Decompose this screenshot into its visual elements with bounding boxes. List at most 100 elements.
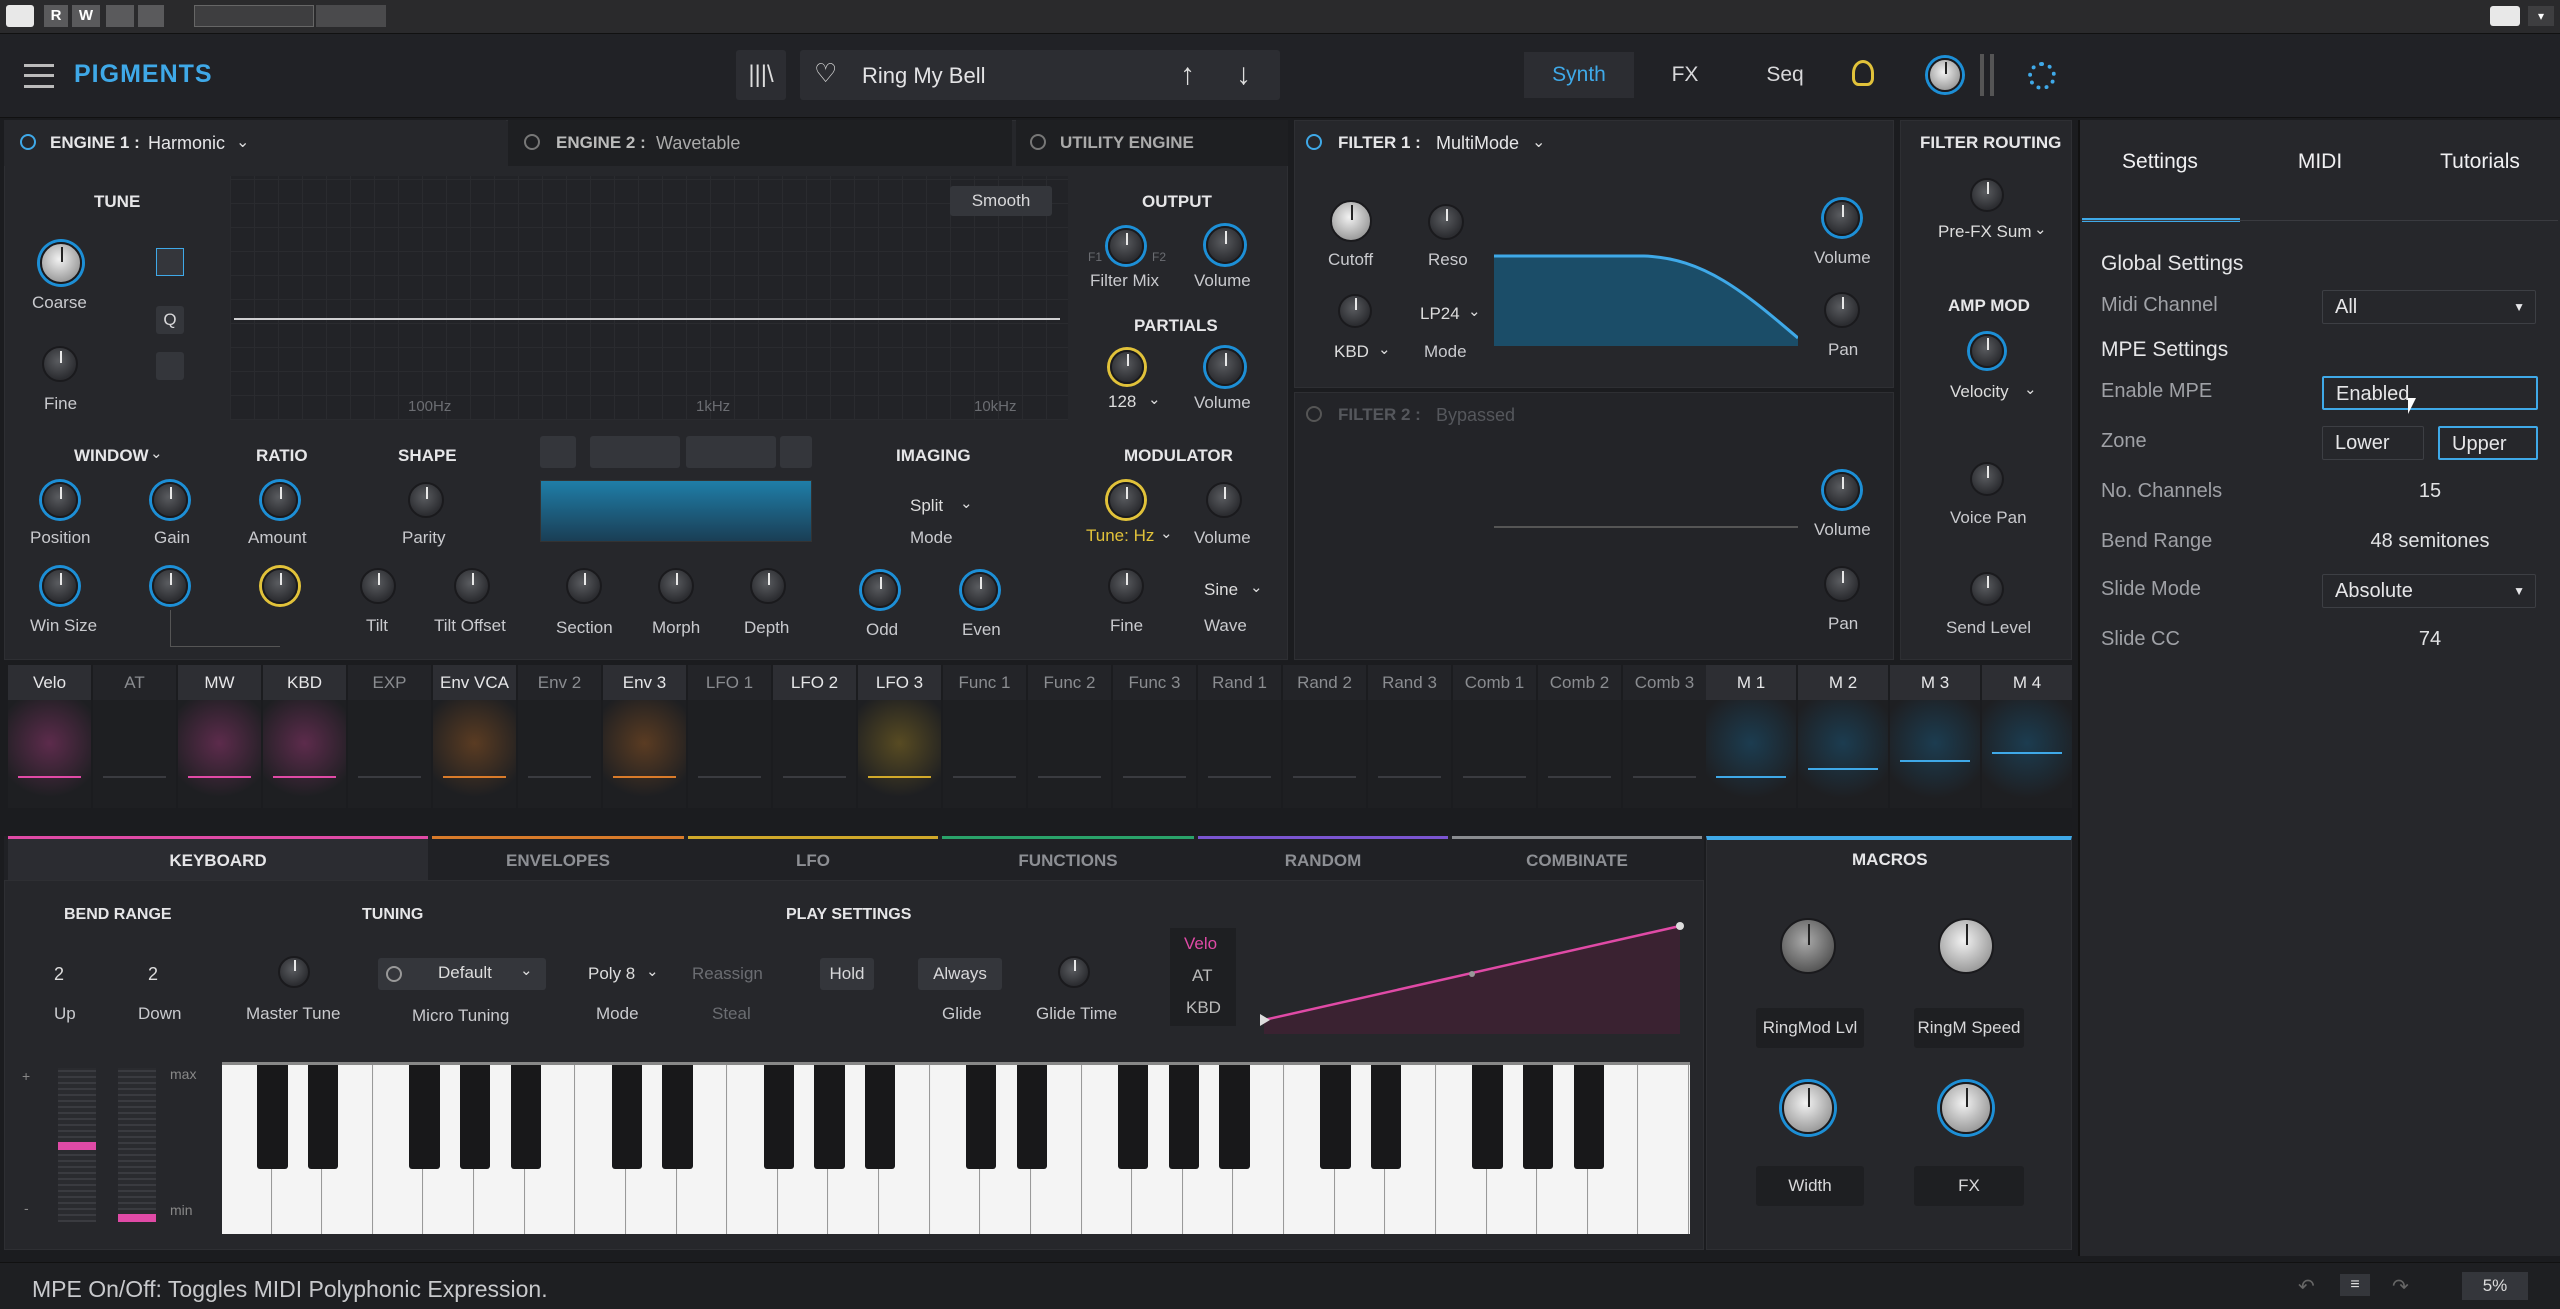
piano-black-key[interactable] [966,1065,997,1169]
cutoff-knob[interactable] [1330,200,1372,242]
tab-settings[interactable]: Settings [2082,150,2238,174]
piano-black-key[interactable] [1371,1065,1402,1169]
piano-black-key[interactable] [864,1065,896,1169]
output-volume-knob[interactable] [1206,226,1244,264]
macro-source-preview[interactable] [1798,700,1888,808]
tab-fx[interactable]: FX [1640,52,1730,98]
shape-select-4[interactable] [780,436,812,468]
mod-source-at[interactable]: AT [93,665,176,700]
piano-black-key[interactable] [459,1065,491,1169]
gain-knob[interactable] [152,482,188,518]
mod-source-velo[interactable]: Velo [8,665,91,700]
filter1-type[interactable]: MultiMode [1436,133,1519,154]
piano-black-key[interactable] [1472,1065,1503,1169]
piano-black-key[interactable] [308,1065,339,1169]
quantize-button[interactable]: Q [156,306,184,334]
mod-source-func-2[interactable]: Func 2 [1028,665,1111,700]
piano-black-key[interactable] [1117,1065,1149,1169]
filter2-volume-knob[interactable] [1824,472,1860,508]
piano-black-key[interactable] [814,1065,845,1169]
gear-icon[interactable] [2028,62,2056,90]
keyboard-tracking-icon[interactable] [156,248,184,276]
write-button[interactable]: W [72,5,100,27]
mod-source-preview[interactable] [1198,700,1281,808]
preset-up-icon[interactable]: ↑ [1180,58,1195,92]
preset-name[interactable]: Ring My Bell [862,63,985,89]
chevron-down-icon[interactable]: ⌄ [1148,390,1161,408]
filter1-pan-knob[interactable] [1824,292,1860,328]
history-icon[interactable]: ≡ [2340,1274,2370,1296]
power-icon[interactable] [386,966,402,982]
undo-icon[interactable]: ↶ [2298,1274,2315,1299]
host-stepper[interactable] [316,5,386,27]
tab-functions[interactable]: FUNCTIONS [942,836,1194,880]
partials-volume-knob[interactable] [1206,348,1244,386]
chevron-down-icon[interactable]: ⌄ [2034,220,2047,238]
library-icon[interactable]: |||\ [736,50,786,100]
at-source[interactable]: AT [1192,966,1212,986]
section-knob[interactable] [566,568,602,604]
power-icon[interactable] [1030,134,1046,150]
kbd-source[interactable]: KBD [1186,998,1221,1018]
mod-source-rand-1[interactable]: Rand 1 [1198,665,1281,700]
wave-select[interactable]: Sine [1204,580,1238,600]
mod-source-preview[interactable] [263,700,346,808]
macro-source-preview[interactable] [1982,700,2072,808]
tab-synth[interactable]: Synth [1524,52,1634,98]
partials-knob[interactable] [1110,350,1144,384]
mod-source-lfo-3[interactable]: LFO 3 [858,665,941,700]
macro-label-2[interactable]: RingM Speed [1914,1008,2024,1048]
mod-source-preview[interactable] [943,700,1026,808]
chevron-down-icon[interactable]: ⌄ [1160,524,1173,542]
amount-knob[interactable] [262,482,298,518]
mod-source-preview[interactable] [773,700,856,808]
reso-knob[interactable] [1428,204,1464,240]
power-icon[interactable] [6,5,34,27]
piano-black-key[interactable] [257,1065,288,1169]
piano-black-key[interactable] [763,1065,794,1169]
mod-source-preview[interactable] [348,700,431,808]
read-button[interactable]: R [44,5,68,27]
poly-select[interactable]: Poly 8 [588,964,635,984]
camera-icon[interactable] [2490,6,2520,26]
bend-up-stepper[interactable]: 2 [54,964,64,985]
mod-source-preview[interactable] [1113,700,1196,808]
mod-source-env-2[interactable]: Env 2 [518,665,601,700]
shape-select-1[interactable] [540,436,576,468]
piano-black-key[interactable] [1320,1065,1351,1169]
macro-knob-3[interactable] [1782,1082,1834,1134]
mod-source-mw[interactable]: MW [178,665,261,700]
macro-knob-1[interactable] [1780,918,1836,974]
tab-combinate[interactable]: COMBINATE [1452,836,1702,880]
mod-source-preview[interactable] [8,700,91,808]
tune-hz-knob[interactable] [1108,482,1144,518]
chevron-down-icon[interactable]: ⌄ [646,962,659,980]
coarse-knob[interactable] [40,242,82,284]
pitch-wheel[interactable] [58,1068,96,1222]
glide-mode-button[interactable]: Always [918,958,1002,990]
tab-seq[interactable]: Seq [1740,52,1830,98]
mod-source-preview[interactable] [1368,700,1451,808]
chevron-down-icon[interactable]: ⌄ [960,494,973,512]
macro-source-preview[interactable] [1706,700,1796,808]
smooth-button[interactable]: Smooth [950,186,1052,216]
power-icon[interactable] [524,134,540,150]
even-knob[interactable] [962,572,998,608]
piano-keyboard[interactable] [222,1062,1690,1234]
macro-label-3[interactable]: Width [1756,1166,1864,1206]
amp-mod-knob[interactable] [1970,334,2004,368]
midi-channel-select[interactable]: All ▼ [2322,290,2536,324]
mod-source-lfo-2[interactable]: LFO 2 [773,665,856,700]
shape-select-3[interactable] [686,436,776,468]
routing-knob[interactable] [1970,178,2004,212]
tab-midi[interactable]: MIDI [2242,150,2398,174]
routing-select[interactable]: Pre-FX Sum [1938,222,2032,242]
link-icon[interactable] [138,5,164,27]
mod-source-env-vca[interactable]: Env VCA [433,665,516,700]
master-tune-knob[interactable] [278,956,310,988]
heart-icon[interactable]: ♡ [814,58,837,89]
mod-source-preview[interactable] [93,700,176,808]
piano-black-key[interactable] [1573,1065,1604,1169]
chevron-down-icon[interactable]: ⌄ [236,132,249,152]
macro-source-1[interactable]: M 1 [1706,665,1796,700]
